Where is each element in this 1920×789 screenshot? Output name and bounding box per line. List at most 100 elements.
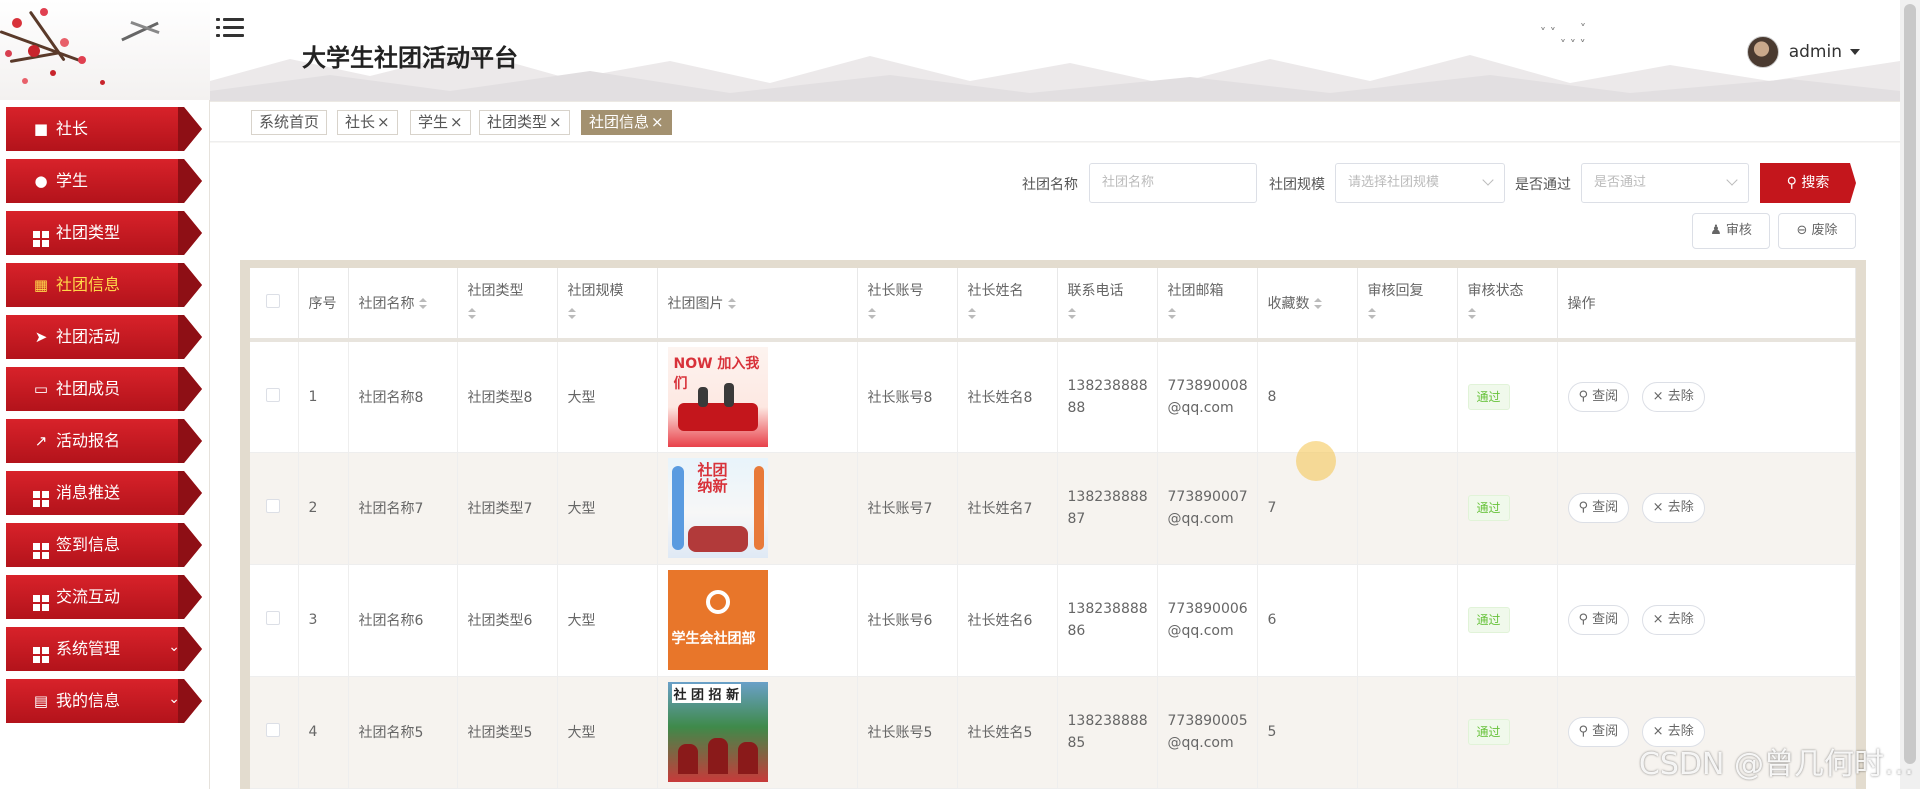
- search-icon: ⚲: [1578, 612, 1589, 627]
- email-line: @qq.com: [1167, 623, 1234, 639]
- club-image-recruit[interactable]: 社 团 招 新: [667, 682, 768, 782]
- email-line: @qq.com: [1167, 735, 1234, 751]
- sidebar-item-club-member[interactable]: ▭ 社团成员: [6, 367, 202, 411]
- sidebar-item-activity-signup[interactable]: ↗ 活动报名: [6, 419, 202, 463]
- cell-reply: [1357, 340, 1458, 453]
- status-badge: 通过: [1467, 719, 1510, 745]
- audit-button[interactable]: ♟ 审核: [1692, 213, 1770, 249]
- club-image-recruit[interactable]: 社团纳新: [667, 458, 768, 558]
- table-header-row: 序号 社团名称 社团类型 社团规模 社团图片 社长账号 社长姓名 联系电话 社团…: [250, 268, 1856, 340]
- sort-icon[interactable]: [1067, 308, 1076, 320]
- view-button[interactable]: ⚲ 查阅: [1567, 605, 1630, 635]
- header-reply[interactable]: 审核回复: [1357, 268, 1458, 340]
- sort-icon[interactable]: [867, 308, 876, 320]
- header-email[interactable]: 社团邮箱: [1157, 268, 1258, 340]
- cell-leader-name: 社长姓名6: [957, 564, 1058, 677]
- cell-index: 4: [298, 676, 349, 789]
- search-icon: ⚲: [1578, 500, 1589, 515]
- cell-favorites: 6: [1257, 564, 1358, 677]
- search-icon: ⚲: [1578, 388, 1589, 404]
- sort-icon[interactable]: [967, 308, 976, 320]
- page-scrollbar[interactable]: [1900, 0, 1920, 789]
- club-image-student-union[interactable]: 学生会社团部: [667, 570, 768, 670]
- close-icon[interactable]: ×: [377, 113, 390, 131]
- row-checkbox-cell[interactable]: [250, 676, 299, 789]
- row-checkbox[interactable]: [266, 611, 280, 625]
- sort-icon[interactable]: [467, 308, 476, 320]
- scrollbar-thumb[interactable]: [1904, 4, 1916, 764]
- watermark: CSDN @曾几何时…: [1638, 747, 1914, 782]
- header-club-image[interactable]: 社团图片: [657, 268, 858, 340]
- remove-button[interactable]: × 去除: [1641, 605, 1705, 635]
- sidebar-item-system-management[interactable]: 系统管理 ⌄: [6, 627, 202, 671]
- tab-club-type[interactable]: 社团类型 ×: [479, 110, 570, 135]
- logo-plum-blossom: [0, 0, 210, 100]
- grid-icon: [32, 484, 50, 507]
- sidebar-item-my-info[interactable]: ▤ 我的信息 ⌄: [6, 679, 202, 723]
- tab-home[interactable]: 系统首页: [251, 110, 328, 135]
- header-club-name[interactable]: 社团名称: [348, 268, 458, 340]
- view-button[interactable]: ⚲ 查阅: [1567, 381, 1630, 412]
- cell-phone: 138238888 85: [1057, 676, 1158, 789]
- cell-club-scale: 大型: [557, 340, 658, 453]
- sidebar-item-student[interactable]: ● 学生: [6, 159, 202, 203]
- club-scale-select[interactable]: 请选择社团规模: [1335, 163, 1505, 203]
- row-checkbox-cell[interactable]: [250, 452, 299, 565]
- header-leader-name[interactable]: 社长姓名: [957, 268, 1058, 340]
- menu-toggle-icon[interactable]: [216, 16, 244, 40]
- select-all-checkbox-cell[interactable]: [250, 268, 299, 340]
- remove-label: 去除: [1667, 500, 1694, 515]
- remove-button[interactable]: × 去除: [1641, 493, 1705, 523]
- header-leader-account[interactable]: 社长账号: [857, 268, 958, 340]
- email-line: 773890007: [1167, 489, 1248, 505]
- status-badge: 通过: [1467, 607, 1510, 633]
- row-checkbox[interactable]: [266, 723, 280, 737]
- close-icon[interactable]: ×: [549, 113, 562, 131]
- cell-reply: [1357, 452, 1458, 565]
- sort-icon[interactable]: [418, 298, 427, 310]
- pass-select[interactable]: 是否通过: [1581, 163, 1749, 203]
- user-menu[interactable]: admin: [1746, 36, 1860, 68]
- close-icon[interactable]: ×: [651, 113, 664, 131]
- chart-icon: ↗: [34, 432, 48, 450]
- sidebar-item-club-activity[interactable]: ➤ 社团活动: [6, 315, 202, 359]
- header-status[interactable]: 审核状态: [1457, 268, 1558, 340]
- header-club-type[interactable]: 社团类型: [457, 268, 558, 340]
- sidebar-item-message-push[interactable]: 消息推送: [6, 471, 202, 515]
- header-label: 社团邮箱: [1167, 283, 1224, 299]
- close-icon[interactable]: ×: [450, 113, 463, 131]
- cell-favorites: 8: [1257, 340, 1358, 453]
- sidebar-item-president[interactable]: ■ 社长: [6, 107, 202, 151]
- sidebar-item-checkin[interactable]: 签到信息: [6, 523, 202, 567]
- search-button[interactable]: ⚲ 搜索: [1760, 163, 1856, 203]
- abolish-button[interactable]: ⊖ 废除: [1778, 213, 1856, 249]
- row-checkbox[interactable]: [266, 499, 280, 513]
- sort-icon[interactable]: [1313, 298, 1322, 310]
- phone-line: 87: [1067, 511, 1086, 527]
- sidebar-item-interaction[interactable]: 交流互动: [6, 575, 202, 619]
- tab-student[interactable]: 学生 ×: [410, 110, 471, 135]
- header-phone[interactable]: 联系电话: [1057, 268, 1158, 340]
- cell-phone: 138238888 88: [1057, 340, 1158, 453]
- sort-icon[interactable]: [567, 308, 576, 320]
- header-favorites[interactable]: 收藏数: [1257, 268, 1358, 340]
- tab-president[interactable]: 社长 ×: [337, 110, 398, 135]
- sort-icon[interactable]: [1367, 308, 1376, 320]
- club-image-recruit[interactable]: NOW 加入我们: [667, 346, 768, 447]
- sidebar-item-club-type[interactable]: 社团类型: [6, 211, 202, 255]
- view-button[interactable]: ⚲ 查阅: [1567, 717, 1630, 747]
- select-all-checkbox[interactable]: [266, 294, 280, 308]
- row-checkbox-cell[interactable]: [250, 340, 299, 453]
- row-checkbox[interactable]: [266, 387, 280, 402]
- tab-club-info[interactable]: 社团信息 ×: [581, 110, 672, 135]
- sort-icon[interactable]: [1467, 308, 1476, 320]
- sort-icon[interactable]: [1167, 308, 1176, 320]
- sidebar-item-label: 交流互动: [56, 587, 121, 606]
- club-name-input[interactable]: 社团名称: [1089, 163, 1257, 203]
- header-club-scale[interactable]: 社团规模: [557, 268, 658, 340]
- view-button[interactable]: ⚲ 查阅: [1567, 493, 1630, 523]
- remove-button[interactable]: × 去除: [1641, 381, 1705, 412]
- row-checkbox-cell[interactable]: [250, 564, 299, 677]
- sidebar-item-club-info[interactable]: ▦ 社团信息: [6, 263, 202, 307]
- sort-icon[interactable]: [727, 298, 736, 310]
